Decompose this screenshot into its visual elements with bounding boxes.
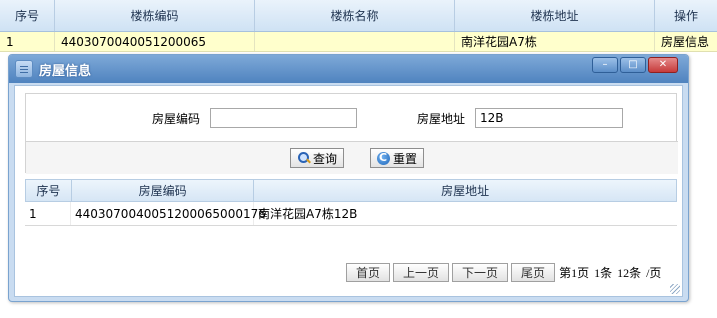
cell-building-name bbox=[255, 32, 455, 51]
grid-header-house-address: 房屋地址 bbox=[441, 184, 490, 198]
page-info: 第1页 1条 12条 /页 bbox=[559, 266, 662, 280]
close-icon: ✕ bbox=[658, 59, 668, 70]
column-header-building-address: 楼栋地址 bbox=[455, 0, 655, 31]
cell-index: 1 bbox=[0, 32, 55, 51]
maximize-button[interactable]: □ bbox=[620, 57, 646, 73]
dialog-title-bar[interactable]: 房屋信息 – □ ✕ bbox=[9, 55, 688, 83]
grid-header: 序号 房屋编码 房屋地址 bbox=[25, 179, 677, 202]
grid-header-house-code: 房屋编码 bbox=[72, 180, 255, 201]
grid-header-index: 序号 bbox=[26, 180, 72, 201]
reset-button-label: 重置 bbox=[393, 151, 418, 166]
search-icon bbox=[297, 151, 310, 165]
grid-cell-house-address: 南洋花园A7栋12B bbox=[258, 207, 358, 221]
dialog-title: 房屋信息 bbox=[39, 63, 92, 79]
column-header-action: 操作 bbox=[673, 9, 698, 23]
house-result-grid: 序号 房屋编码 房屋地址 1 4403070040051200065000176… bbox=[25, 179, 677, 226]
maximize-icon: □ bbox=[628, 59, 638, 70]
next-page-button[interactable]: 下一页 bbox=[452, 263, 509, 282]
resize-grip-icon[interactable] bbox=[670, 284, 680, 294]
column-header-building-code: 楼栋编码 bbox=[55, 0, 255, 31]
pagination: 首页 上一页 下一页 尾页 第1页 1条 12条 /页 bbox=[346, 263, 661, 282]
dialog-body: 房屋编码 房屋地址 查询 重置 序号 房屋编码 房屋地址 bbox=[14, 85, 683, 297]
minimize-button[interactable]: – bbox=[592, 57, 618, 73]
search-form: 房屋编码 房屋地址 查询 重置 bbox=[25, 93, 678, 174]
house-address-label: 房屋地址 bbox=[417, 112, 466, 126]
table-row[interactable]: 1 4403070040051200065000176 南洋花园A7栋12B bbox=[25, 202, 677, 226]
background-table-header: 序号 楼栋编码 楼栋名称 楼栋地址 操作 bbox=[0, 0, 717, 32]
reset-button[interactable]: 重置 bbox=[370, 148, 425, 168]
search-button[interactable]: 查询 bbox=[290, 148, 345, 168]
grid-cell-house-code: 4403070040051200065000176 bbox=[71, 202, 266, 225]
grid-cell-index: 1 bbox=[25, 202, 71, 225]
column-header-building-name: 楼栋名称 bbox=[255, 0, 455, 31]
house-info-link[interactable]: 房屋信息 bbox=[655, 32, 717, 51]
close-button[interactable]: ✕ bbox=[648, 57, 678, 73]
search-button-label: 查询 bbox=[313, 151, 338, 166]
last-page-button[interactable]: 尾页 bbox=[511, 263, 556, 282]
table-row[interactable]: 1 4403070040051200065 南洋花园A7栋 房屋信息 bbox=[0, 32, 717, 52]
reset-icon bbox=[377, 151, 390, 165]
house-code-input[interactable] bbox=[210, 108, 357, 128]
background-table: 序号 楼栋编码 楼栋名称 楼栋地址 操作 1 44030700400512000… bbox=[0, 0, 717, 52]
prev-page-button[interactable]: 上一页 bbox=[393, 263, 450, 282]
house-info-dialog: 房屋信息 – □ ✕ 房屋编码 房屋地址 查询 重置 bbox=[8, 54, 689, 302]
house-address-input[interactable] bbox=[475, 108, 623, 128]
column-header-index: 序号 bbox=[0, 0, 55, 31]
house-code-label: 房屋编码 bbox=[152, 112, 201, 126]
minimize-icon: – bbox=[602, 59, 608, 70]
cell-building-code: 4403070040051200065 bbox=[55, 32, 255, 51]
window-icon bbox=[15, 60, 33, 78]
cell-building-address: 南洋花园A7栋 bbox=[455, 32, 655, 51]
first-page-button[interactable]: 首页 bbox=[346, 263, 391, 282]
